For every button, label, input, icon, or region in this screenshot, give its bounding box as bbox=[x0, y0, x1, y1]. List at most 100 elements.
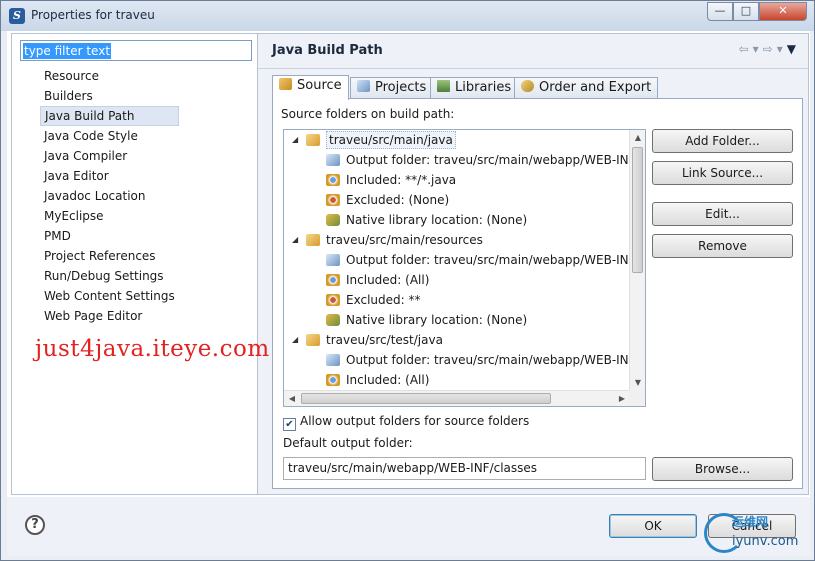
tree-attribute-node[interactable]: Output folder: traveu/src/main/webapp/WE… bbox=[284, 350, 645, 370]
sidebar-item[interactable]: Java Editor bbox=[40, 166, 179, 186]
tree-node-label: Excluded: ** bbox=[346, 293, 421, 307]
scrollbar-corner bbox=[629, 390, 645, 406]
tab-order-and-export[interactable]: Order and Export bbox=[514, 77, 659, 99]
tab-source[interactable]: Source bbox=[272, 75, 349, 100]
order-export-icon bbox=[521, 80, 534, 92]
sidebar-item[interactable]: Run/Debug Settings bbox=[40, 266, 179, 286]
scroll-left-icon[interactable]: ◀ bbox=[284, 391, 300, 406]
preference-nav-list: Resource Builders Java Build Path Java Code… bbox=[40, 66, 179, 326]
tree-attribute-node[interactable]: Output folder: traveu/src/main/webapp/WE… bbox=[284, 150, 645, 170]
allow-output-folders-label: Allow output folders for source folders bbox=[300, 414, 530, 428]
maximize-button[interactable]: □ bbox=[733, 2, 759, 21]
sidebar-item[interactable]: Javadoc Location bbox=[40, 186, 179, 206]
tree-folder-node[interactable]: ◢ traveu/src/test/java bbox=[284, 330, 630, 350]
forward-arrow-icon[interactable]: ⇨ bbox=[763, 42, 777, 56]
expand-twistie-icon[interactable]: ◢ bbox=[292, 330, 298, 350]
tree-attribute-node[interactable]: Included: **/*.java bbox=[284, 170, 630, 190]
java-build-path-page: Java Build Path ⇦▾⇨▾▼ Source Projects Libr… bbox=[257, 33, 809, 495]
sidebar-item[interactable]: Web Content Settings bbox=[40, 286, 179, 306]
dialog-client: type filter text Resource Builders Java Bu… bbox=[7, 31, 810, 556]
sidebar-item[interactable]: Web Page Editor bbox=[40, 306, 179, 326]
watermark-text: just4java.iteye.com bbox=[35, 336, 270, 362]
tree-node-label: traveu/src/main/resources bbox=[326, 233, 483, 247]
tree-node-label: Native library location: (None) bbox=[346, 313, 528, 327]
tab-label: Projects bbox=[375, 80, 427, 95]
forward-dropdown-icon[interactable]: ▾ bbox=[777, 42, 787, 56]
back-dropdown-icon[interactable]: ▾ bbox=[753, 42, 763, 56]
edit-button[interactable]: Edit... bbox=[652, 202, 793, 226]
remove-button[interactable]: Remove bbox=[652, 234, 793, 258]
sidebar-item[interactable]: Java Build Path bbox=[40, 106, 179, 126]
tree-attribute-node[interactable]: Included: (All) bbox=[284, 370, 630, 390]
tree-node-label: Output folder: traveu/src/main/webapp/WE… bbox=[346, 253, 645, 267]
tree-attribute-node[interactable]: Native library location: (None) bbox=[284, 310, 630, 330]
tab-libraries[interactable]: Libraries bbox=[430, 77, 519, 99]
logo-url-text: iyunv.com bbox=[732, 534, 799, 549]
filter-text: type filter text bbox=[23, 43, 112, 59]
source-folder-icon bbox=[306, 134, 320, 146]
tree-attribute-node[interactable]: Output folder: traveu/src/main/webapp/WE… bbox=[284, 250, 645, 270]
allow-output-folders-option[interactable]: ✔ Allow output folders for source folders bbox=[283, 414, 529, 431]
libraries-icon bbox=[437, 80, 450, 92]
vertical-scroll-thumb[interactable] bbox=[632, 147, 643, 273]
tree-node-label: Output folder: traveu/src/main/webapp/WE… bbox=[346, 353, 645, 367]
expand-twistie-icon[interactable]: ◢ bbox=[292, 230, 298, 250]
tree-folder-node[interactable]: ◢ traveu/src/main/resources bbox=[284, 230, 630, 250]
projects-icon bbox=[357, 80, 370, 92]
tree-vertical-scrollbar[interactable]: ▲ ▼ bbox=[629, 130, 645, 391]
filter-input[interactable]: type filter text bbox=[20, 40, 252, 61]
source-folder-icon bbox=[279, 78, 292, 90]
view-menu-icon[interactable]: ▼ bbox=[787, 42, 800, 56]
dialog-button-bar: ? OK Cancel bbox=[7, 497, 810, 556]
minimize-button[interactable]: — bbox=[707, 2, 733, 21]
scroll-right-icon[interactable]: ▶ bbox=[614, 391, 630, 406]
title-bar[interactable]: S Properties for traveu — □ ✕ bbox=[1, 1, 814, 31]
tree-node-label: traveu/src/test/java bbox=[326, 333, 443, 347]
inclusion-filter-icon bbox=[326, 274, 340, 286]
tab-label: Libraries bbox=[455, 80, 512, 95]
page-nav-arrows: ⇦▾⇨▾▼ bbox=[739, 42, 800, 56]
sidebar-item[interactable]: Project References bbox=[40, 246, 179, 266]
tab-projects[interactable]: Projects bbox=[350, 77, 434, 99]
exclusion-filter-icon bbox=[326, 194, 340, 206]
tree-attribute-node[interactable]: Native library location: (None) bbox=[284, 210, 630, 230]
tree-node-label: Included: (All) bbox=[346, 273, 430, 287]
tree-attribute-node[interactable]: Excluded: ** bbox=[284, 290, 630, 310]
exclusion-filter-icon bbox=[326, 294, 340, 306]
sidebar-item[interactable]: MyEclipse bbox=[40, 206, 179, 226]
tree-attribute-node[interactable]: Excluded: (None) bbox=[284, 190, 630, 210]
eclipse-app-icon: S bbox=[9, 8, 25, 24]
sidebar-item[interactable]: Java Compiler bbox=[40, 146, 179, 166]
tab-label: Order and Export bbox=[539, 80, 652, 95]
horizontal-scroll-thumb[interactable] bbox=[301, 393, 551, 404]
ok-button[interactable]: OK bbox=[609, 514, 697, 538]
preference-nav-pane: type filter text Resource Builders Java Bu… bbox=[11, 33, 263, 495]
default-output-folder-field[interactable]: traveu/src/main/webapp/WEB-INF/classes bbox=[283, 457, 646, 480]
tree-attribute-node[interactable]: Included: (All) bbox=[284, 270, 630, 290]
source-folder-tree[interactable]: ◢ traveu/src/main/java Output folder: trav… bbox=[283, 129, 646, 407]
tree-node-label: traveu/src/main/java bbox=[326, 131, 456, 149]
close-button[interactable]: ✕ bbox=[759, 2, 807, 21]
back-arrow-icon[interactable]: ⇦ bbox=[739, 42, 753, 56]
tree-folder-node[interactable]: ◢ traveu/src/main/java bbox=[284, 130, 630, 150]
tree-horizontal-scrollbar[interactable]: ◀ ▶ bbox=[284, 390, 630, 406]
tree-node-label: Output folder: traveu/src/main/webapp/WE… bbox=[346, 153, 645, 167]
scroll-down-icon[interactable]: ▼ bbox=[630, 375, 645, 391]
allow-output-folders-checkbox[interactable]: ✔ bbox=[283, 418, 296, 431]
title-separator bbox=[258, 68, 808, 69]
sidebar-item[interactable]: Java Code Style bbox=[40, 126, 179, 146]
add-folder-button[interactable]: Add Folder... bbox=[652, 129, 793, 153]
tree-node-label: Included: (All) bbox=[346, 373, 430, 387]
sidebar-item[interactable]: Builders bbox=[40, 86, 179, 106]
sidebar-item[interactable]: Resource bbox=[40, 66, 179, 86]
sidebar-item[interactable]: PMD bbox=[40, 226, 179, 246]
browse-button[interactable]: Browse... bbox=[652, 457, 793, 481]
scroll-up-icon[interactable]: ▲ bbox=[630, 130, 645, 146]
expand-twistie-icon[interactable]: ◢ bbox=[292, 130, 298, 150]
logo-cn-text: 运维网 bbox=[732, 515, 769, 529]
native-library-icon bbox=[326, 314, 340, 326]
inclusion-filter-icon bbox=[326, 174, 340, 186]
help-icon[interactable]: ? bbox=[25, 515, 45, 535]
tree-node-label: Included: **/*.java bbox=[346, 173, 457, 187]
link-source-button[interactable]: Link Source... bbox=[652, 161, 793, 185]
